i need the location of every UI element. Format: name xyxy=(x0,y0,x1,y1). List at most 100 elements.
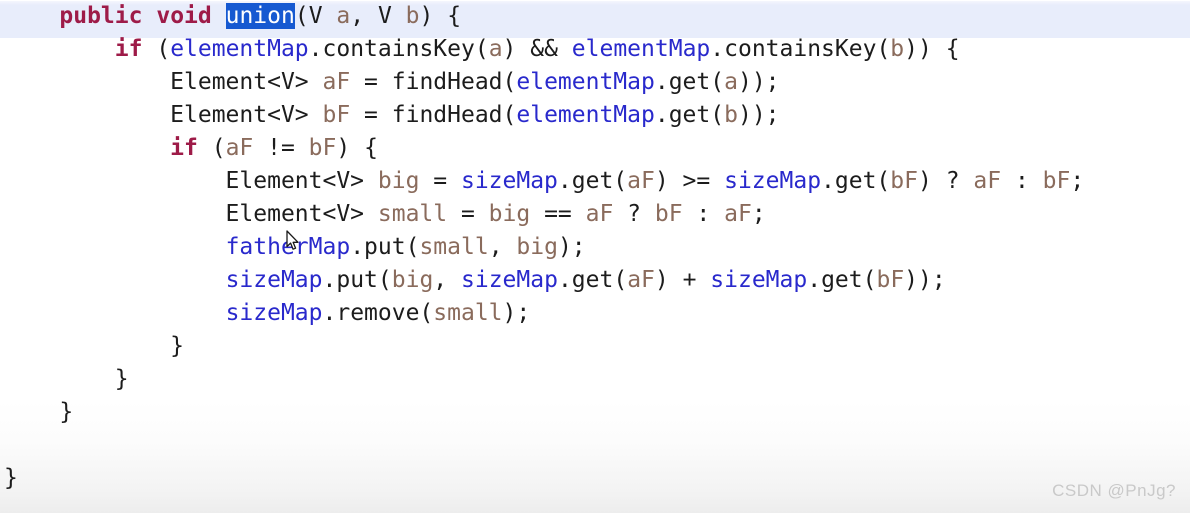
code-token: == xyxy=(530,201,586,227)
code-token: a xyxy=(724,69,738,95)
code-token: ) { xyxy=(419,3,462,29)
code-token: ) >= xyxy=(654,168,725,194)
code-token: ) && xyxy=(502,36,572,62)
code-token: Element<V> xyxy=(4,69,323,95)
code-token: a xyxy=(488,36,503,62)
code-token: .get( xyxy=(557,168,628,194)
code-line[interactable]: public void union(V a, V b) { xyxy=(0,0,1190,33)
code-token: big xyxy=(488,201,531,227)
code-line[interactable]: Element<V> aF = findHead(elementMap.get(… xyxy=(0,66,1190,99)
code-token: } xyxy=(4,366,129,392)
code-token: (V xyxy=(294,3,337,29)
code-token: aF xyxy=(225,135,254,161)
code-token: b xyxy=(724,102,738,128)
code-token: .put( xyxy=(350,234,420,260)
code-token: )); xyxy=(737,69,780,95)
code-token: bF xyxy=(308,135,337,161)
code-token: small xyxy=(419,234,489,260)
code-token: sizeMap xyxy=(724,168,822,194)
code-token: if xyxy=(170,135,198,161)
code-token: , V xyxy=(350,3,406,29)
code-token: Element<V> xyxy=(4,168,378,194)
code-token: big xyxy=(391,267,434,293)
code-token: aF xyxy=(585,201,614,227)
code-token: sizeMap xyxy=(710,267,808,293)
code-token: bF xyxy=(876,267,905,293)
code-token: != xyxy=(253,135,309,161)
code-token: = findHead( xyxy=(350,69,517,95)
code-token: elementMap xyxy=(516,69,655,95)
code-line[interactable] xyxy=(0,429,1190,462)
code-token: )) { xyxy=(904,36,960,62)
code-token: fatherMap xyxy=(225,234,351,260)
code-editor-viewport[interactable]: public void union(V a, V b) { if (elemen… xyxy=(0,0,1190,513)
code-line[interactable]: } xyxy=(0,462,1190,495)
code-token: : xyxy=(682,201,725,227)
code-line[interactable]: Element<V> bF = findHead(elementMap.get(… xyxy=(0,99,1190,132)
code-token: bF xyxy=(1042,168,1071,194)
code-token: void xyxy=(156,3,212,29)
code-token: sizeMap xyxy=(225,300,323,326)
code-token: )); xyxy=(904,267,946,293)
code-token: elementMap xyxy=(516,102,655,128)
code-token: ); xyxy=(502,300,531,326)
code-token: bF xyxy=(890,168,918,194)
code-token: a xyxy=(336,3,351,29)
code-line[interactable]: Element<V> small = big == aF ? bF : aF; xyxy=(0,198,1190,231)
code-token: .get( xyxy=(807,267,877,293)
code-line[interactable]: } xyxy=(0,363,1190,396)
code-token: bF xyxy=(322,102,351,128)
code-token: sizeMap xyxy=(461,267,558,293)
code-token: = xyxy=(447,201,489,227)
code-token: small xyxy=(377,201,448,227)
code-token: .containsKey( xyxy=(710,36,891,62)
code-token: aF xyxy=(627,168,655,194)
code-token: ? xyxy=(613,201,655,227)
code-token: .get( xyxy=(654,102,725,128)
code-token: ) ? xyxy=(918,168,974,194)
code-token: small xyxy=(433,300,503,326)
code-token: aF xyxy=(973,168,1002,194)
code-token: .containsKey( xyxy=(308,36,489,62)
code-token: )); xyxy=(737,102,780,128)
code-token: = xyxy=(419,168,461,194)
code-token: .get( xyxy=(821,168,891,194)
code-token: big xyxy=(377,168,420,194)
code-line[interactable]: if (elementMap.containsKey(a) && element… xyxy=(0,33,1190,66)
code-content[interactable]: public void union(V a, V b) { if (elemen… xyxy=(0,0,1190,495)
code-token: ); xyxy=(557,234,586,260)
code-line[interactable]: if (aF != bF) { xyxy=(0,132,1190,165)
code-line[interactable]: fatherMap.put(small, big); xyxy=(0,231,1190,264)
code-token: } xyxy=(4,333,185,359)
code-token: big xyxy=(516,234,558,260)
code-line[interactable]: Element<V> big = sizeMap.get(aF) >= size… xyxy=(0,165,1190,198)
code-line[interactable]: sizeMap.remove(small); xyxy=(0,297,1190,330)
selected-token[interactable]: union xyxy=(225,3,295,29)
csdn-watermark: CSDN @PnJg? xyxy=(1052,481,1176,500)
code-token: elementMap xyxy=(170,36,309,62)
code-line[interactable]: } xyxy=(0,330,1190,363)
code-token: sizeMap xyxy=(460,168,558,194)
code-line[interactable]: sizeMap.put(big, sizeMap.get(aF) + sizeM… xyxy=(0,264,1190,297)
code-token: .remove( xyxy=(322,300,434,326)
code-token: = findHead( xyxy=(350,102,517,128)
code-token: ) { xyxy=(336,135,378,161)
code-token: aF xyxy=(322,69,351,95)
code-token: .get( xyxy=(557,267,628,293)
code-token: ( xyxy=(142,36,171,62)
code-token: elementMap xyxy=(571,36,711,62)
code-line[interactable]: } xyxy=(0,396,1190,429)
code-token: } xyxy=(4,399,74,425)
code-token: sizeMap xyxy=(225,267,323,293)
code-token: ) + xyxy=(654,267,711,293)
code-token: b xyxy=(890,36,905,62)
code-token: public xyxy=(59,3,143,29)
code-token: Element<V> xyxy=(4,201,378,227)
